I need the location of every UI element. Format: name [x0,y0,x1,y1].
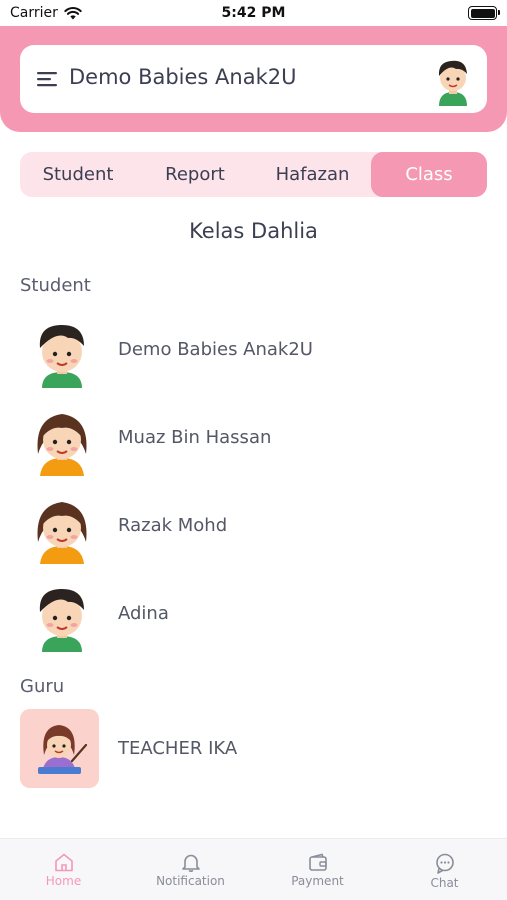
tab-bar: Student Report Hafazan Class [20,152,487,197]
boy-avatar [39,324,84,388]
class-title: Kelas Dahlia [189,219,318,243]
student-name: Demo Babies Anak2U [118,339,313,360]
status-time: 5:42 PM [221,5,286,21]
teacher-name: TEACHER IKA [118,738,238,759]
nav-payment-label: Payment [291,874,344,888]
bottom-nav: Home Notification Payment Chat [0,838,507,900]
tab-report[interactable]: Report [136,152,254,197]
nav-notification-label: Notification [156,874,225,888]
battery-icon [468,6,500,20]
student-row[interactable]: Demo Babies Anak2U [20,310,487,390]
guru-section-label: Guru [20,676,65,697]
status-bar: Carrier 5:42 PM [0,0,507,26]
student-name: Muaz Bin Hassan [118,427,272,448]
nav-home[interactable]: Home [0,849,127,897]
tab-hafazan[interactable]: Hafazan [254,152,371,197]
nav-notification[interactable]: Notification [127,849,254,897]
girl-avatar [37,502,87,564]
menu-icon[interactable] [37,71,57,87]
profile-avatar[interactable] [429,54,477,106]
bell-icon [181,854,200,872]
teacher-row[interactable]: TEACHER IKA [20,709,487,789]
header-card: Demo Babies Anak2U [20,45,487,113]
student-row[interactable]: Adina [20,574,487,654]
student-section-label: Student [20,275,91,296]
boy-avatar [39,588,84,652]
nav-chat-label: Chat [430,876,459,890]
home-icon [54,853,73,872]
student-name: Razak Mohd [118,515,228,536]
page-title: Demo Babies Anak2U [69,65,297,89]
chat-icon [435,853,454,874]
student-row[interactable]: Muaz Bin Hassan [20,398,487,478]
student-name: Adina [118,603,169,624]
nav-home-label: Home [45,874,82,888]
nav-chat[interactable]: Chat [381,849,507,897]
nav-payment[interactable]: Payment [254,849,381,897]
girl-avatar [37,414,87,476]
tab-student[interactable]: Student [20,152,136,197]
student-row[interactable]: Razak Mohd [20,486,487,566]
tab-class[interactable]: Class [371,152,487,197]
wallet-icon [308,853,327,871]
teacher-avatar [20,709,99,788]
